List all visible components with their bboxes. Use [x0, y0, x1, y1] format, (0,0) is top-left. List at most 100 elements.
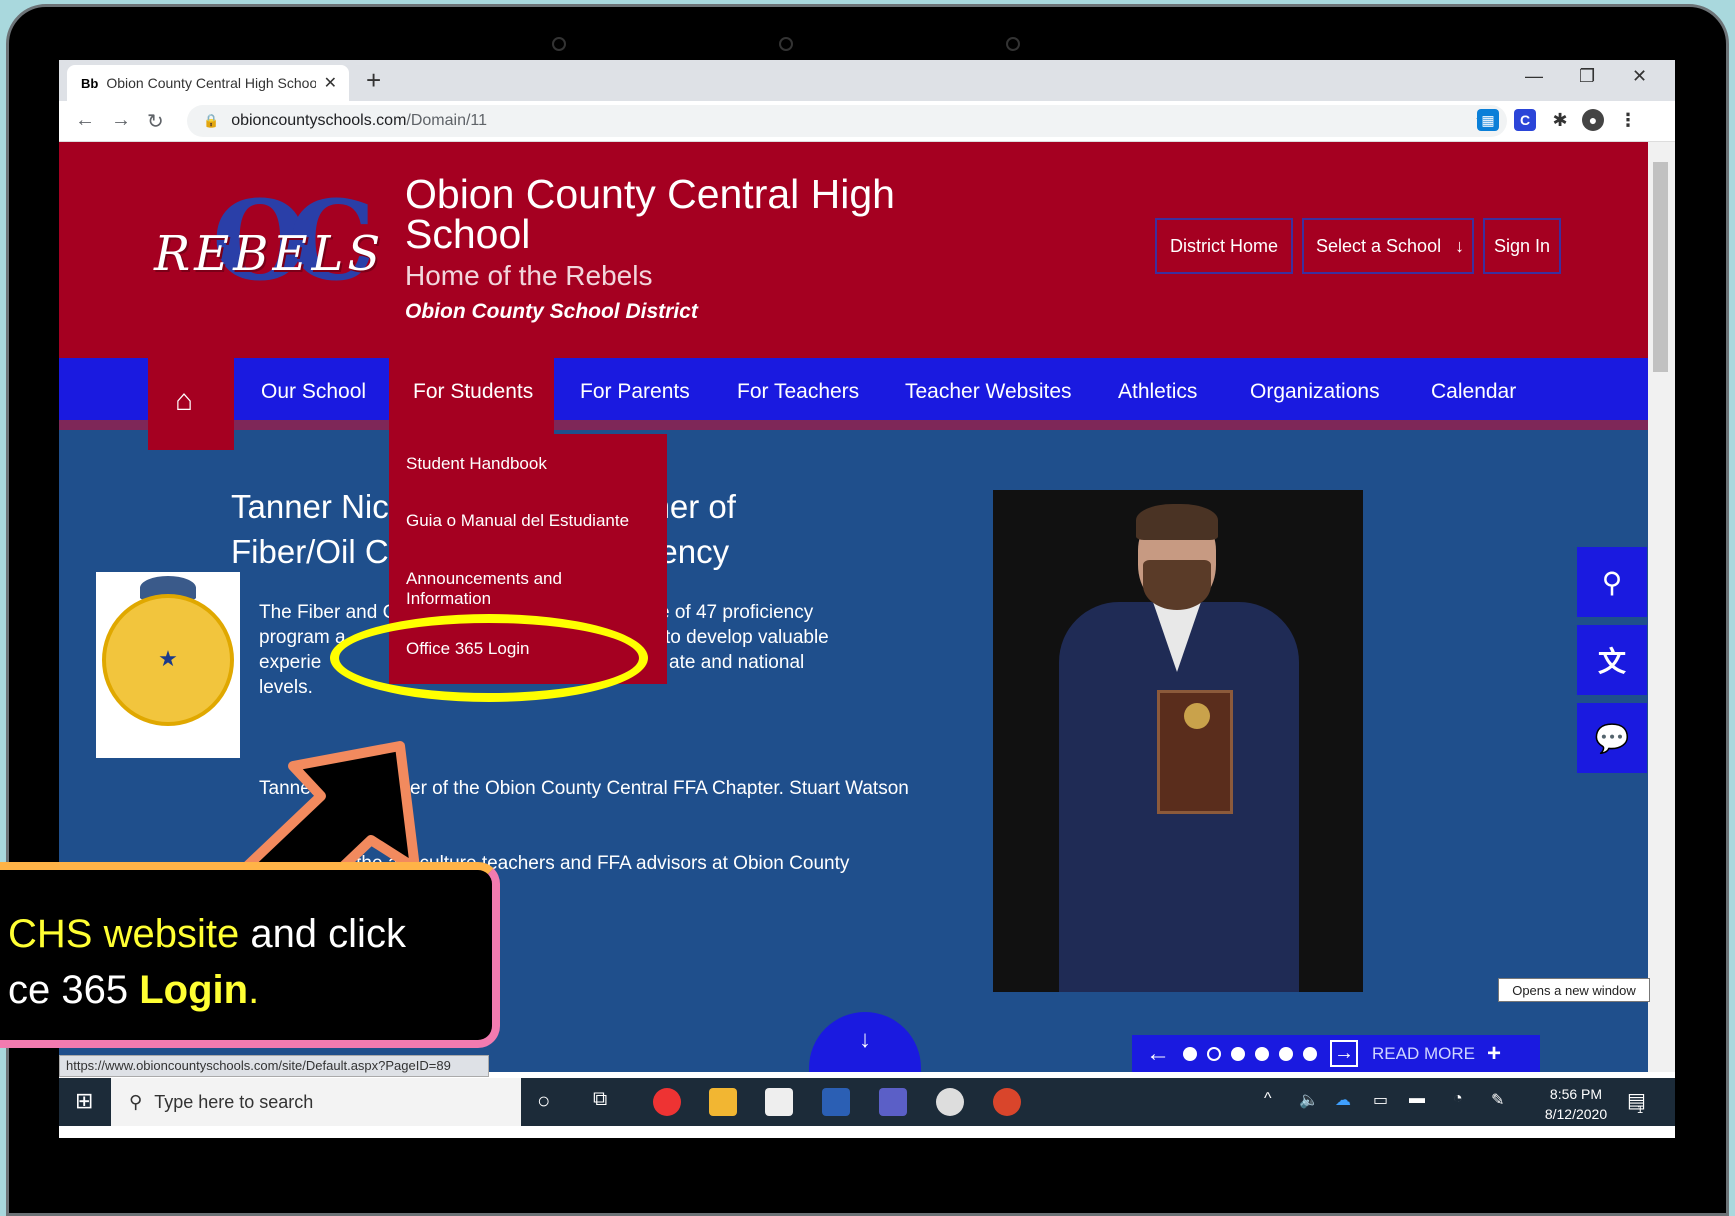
carousel-dot[interactable]	[1279, 1046, 1293, 1061]
para-part: experie	[259, 652, 322, 673]
windows-extension-icon[interactable]: ▦	[1477, 109, 1499, 131]
para-part: program a	[259, 627, 346, 648]
volume-icon[interactable]: 🔈	[1299, 1090, 1319, 1110]
nav-home[interactable]: ⌂	[148, 350, 234, 450]
carousel-dot[interactable]	[1255, 1046, 1269, 1061]
select-school-button[interactable]: Select a School ↓	[1302, 218, 1474, 274]
network-icon[interactable]: ▭	[1373, 1090, 1388, 1110]
nav-for-parents[interactable]: For Parents	[580, 380, 690, 404]
ffa-seal: ★	[102, 594, 234, 726]
nav-organizations[interactable]: Organizations	[1250, 380, 1380, 404]
carousel-dot[interactable]	[1207, 1046, 1221, 1061]
tab-bar: Bb Obion County Central High School ✕ + …	[59, 60, 1675, 101]
task-view-icon[interactable]: ⧉	[593, 1088, 607, 1111]
plus-icon[interactable]: +	[1487, 1040, 1501, 1068]
close-window-icon[interactable]: ✕	[1632, 66, 1647, 87]
carousel-dot[interactable]	[1303, 1046, 1317, 1061]
district-name[interactable]: Obion County School District	[405, 300, 698, 324]
new-tab-icon[interactable]: +	[366, 65, 381, 96]
nav-for-students[interactable]: For Students	[389, 350, 554, 434]
select-school-label: Select a School	[1316, 235, 1442, 256]
para-part: e of 47 proficiency	[659, 602, 814, 623]
para-part: levels.	[259, 677, 313, 698]
rebels-logo[interactable]: OC REBELS	[154, 176, 380, 310]
instruction-callout: CHS website and click ce 365 Login.	[0, 862, 500, 1048]
reload-icon[interactable]: ↻	[147, 109, 164, 134]
nav-teacher-websites[interactable]: Teacher Websites	[905, 380, 1072, 404]
callout-login: Login	[139, 968, 249, 1012]
puzzle-icon[interactable]: ✱	[1549, 109, 1571, 131]
restore-icon[interactable]: ❐	[1579, 66, 1595, 87]
search-icon: ⚲	[129, 1091, 143, 1112]
time: 8:56 PM	[1549, 1086, 1603, 1102]
close-tab-icon[interactable]: ✕	[324, 73, 337, 93]
url-field[interactable]: 🔒 obioncountyschools.com/Domain/11 ☆	[187, 105, 1507, 137]
teams-icon[interactable]	[879, 1088, 907, 1116]
sign-in-button[interactable]: Sign In	[1483, 218, 1561, 274]
carousel-dot[interactable]	[1183, 1046, 1197, 1061]
word-icon[interactable]	[822, 1088, 850, 1116]
search-icon[interactable]: ⚲	[1577, 547, 1647, 617]
arrow-down-icon: ↓	[1455, 235, 1465, 256]
menu-student-handbook[interactable]: Student Handbook	[406, 454, 547, 474]
tab-title: Obion County Central High School	[106, 75, 317, 91]
site-header: OC REBELS Obion County Central High Scho…	[59, 142, 1675, 358]
callout-highlight: CHS website	[8, 912, 240, 956]
date: 8/12/2020	[1544, 1106, 1608, 1122]
file-explorer-icon[interactable]	[709, 1088, 737, 1116]
minimize-icon[interactable]: —	[1525, 66, 1543, 87]
scrollbar[interactable]	[1648, 142, 1675, 1072]
camera-icon	[552, 37, 566, 51]
main-nav: Our School For Parents For Teachers Teac…	[59, 358, 1675, 430]
next-arrow-icon[interactable]: →	[1330, 1040, 1358, 1067]
menu-announcements[interactable]: Announcements and Information	[406, 569, 606, 609]
wifi-icon[interactable]: ◔	[1453, 1090, 1463, 1108]
tray-chevron-icon[interactable]: ^	[1264, 1090, 1272, 1108]
school-name[interactable]: Obion County Central High School	[405, 174, 925, 255]
scroll-down-icon[interactable]: ↓	[809, 1012, 921, 1072]
menu-manual-estudiante[interactable]: Guia o Manual del Estudiante	[406, 511, 629, 531]
chrome-icon[interactable]	[653, 1088, 681, 1116]
tab-favicon: Bb	[81, 75, 99, 91]
nav-for-students-label: For Students	[413, 380, 534, 403]
url-domain: obioncountyschools.com	[231, 112, 407, 129]
store-icon[interactable]	[765, 1088, 793, 1116]
translate-icon[interactable]: 文	[1577, 625, 1647, 695]
nav-athletics[interactable]: Athletics	[1118, 380, 1197, 404]
onedrive-icon[interactable]: ☁	[1335, 1090, 1351, 1110]
prev-arrow-icon[interactable]: ←	[1146, 1040, 1170, 1068]
nav-calendar[interactable]: Calendar	[1431, 380, 1516, 404]
clock[interactable]: 8:56 PM 8/12/2020	[1537, 1084, 1615, 1124]
nav-our-school[interactable]: Our School	[261, 380, 366, 404]
home-icon: ⌂	[175, 384, 194, 417]
battery-icon[interactable]: ▬	[1409, 1090, 1425, 1108]
powerpoint-icon[interactable]	[993, 1088, 1021, 1116]
eye-icon[interactable]	[936, 1088, 964, 1116]
student-photo	[993, 490, 1363, 992]
back-icon[interactable]: ←	[75, 109, 95, 132]
logo-text: REBELS	[154, 226, 385, 282]
windows-start-icon[interactable]: ⊞	[75, 1088, 93, 1114]
chat-icon[interactable]: 💬	[1577, 703, 1647, 773]
callout-period: .	[248, 968, 260, 1012]
c-extension-icon[interactable]: C	[1514, 109, 1536, 131]
read-more-link[interactable]: READ MORE	[1372, 1044, 1475, 1064]
para-part: ate and national	[669, 652, 805, 673]
cortana-icon[interactable]: ○	[537, 1088, 550, 1114]
pen-icon[interactable]: ✎	[1491, 1090, 1504, 1110]
menu-kebab-icon[interactable]: ⋮	[1617, 109, 1639, 131]
taskbar-search[interactable]: ⚲ Type here to search	[111, 1078, 521, 1126]
profile-icon[interactable]: ●	[1582, 109, 1604, 131]
forward-icon[interactable]: →	[111, 109, 131, 132]
taskbar: ⊞ ⚲ Type here to search ○ ⧉ ^ 🔈 ☁ ▭ ▬ ◔ …	[59, 1078, 1675, 1126]
callout-text: and click	[239, 912, 406, 956]
nav-for-teachers[interactable]: For Teachers	[737, 380, 859, 404]
camera-icon	[1006, 37, 1020, 51]
district-home-button[interactable]: District Home	[1155, 218, 1293, 274]
para-part: The Fiber and C	[259, 602, 397, 623]
tagline: Home of the Rebels	[405, 260, 653, 291]
lock-icon: 🔒	[203, 113, 220, 128]
callout-text: ce 365	[8, 968, 140, 1012]
carousel-dot[interactable]	[1231, 1046, 1245, 1061]
browser-tab[interactable]: Bb Obion County Central High School ✕	[67, 65, 349, 101]
